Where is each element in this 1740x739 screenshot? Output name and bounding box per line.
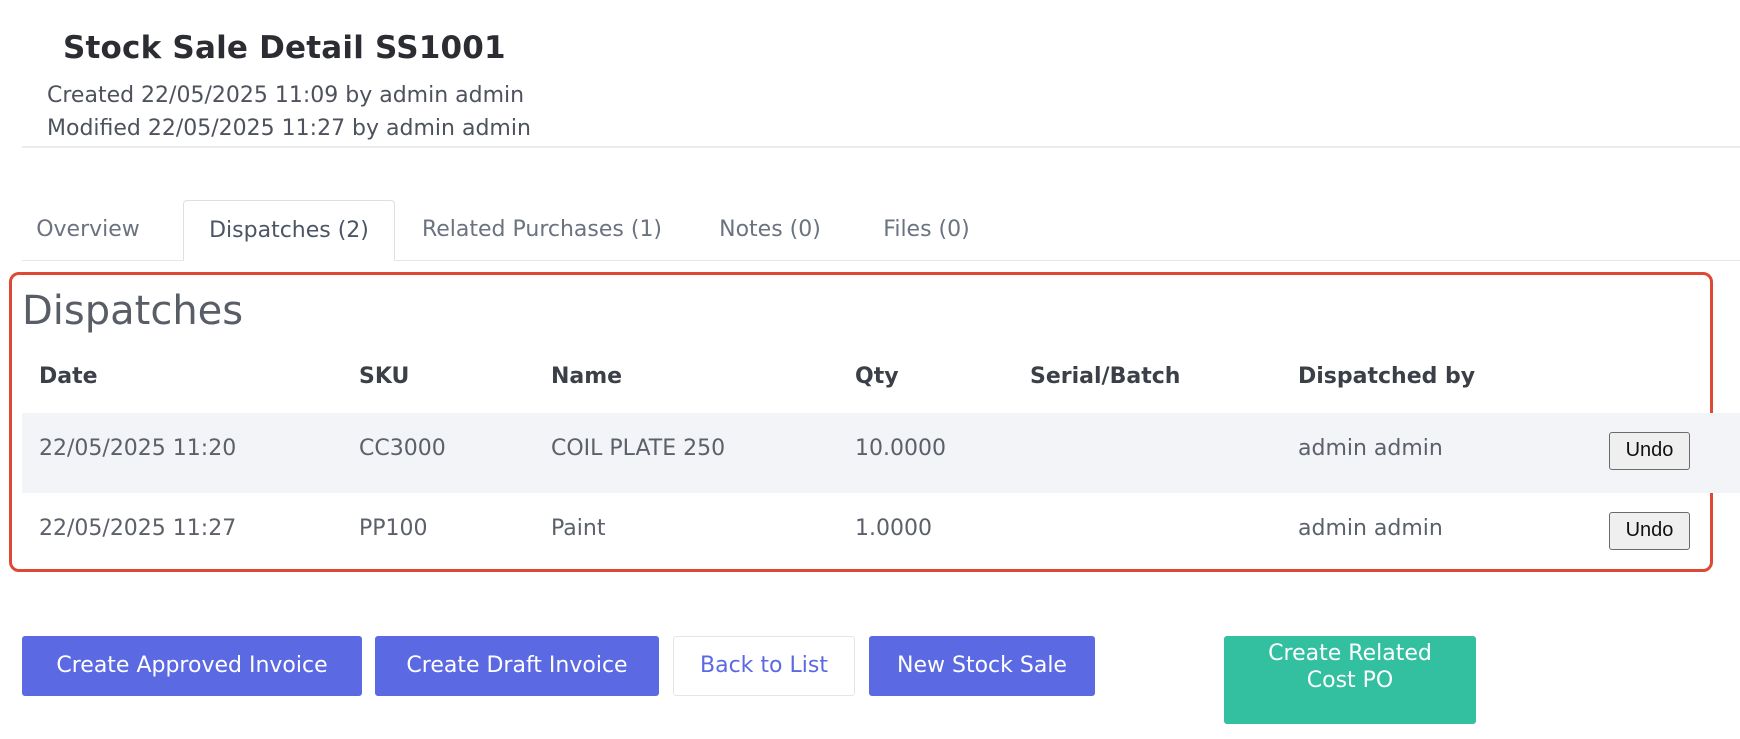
tab-dispatches[interactable]: Dispatches (2) <box>183 200 395 261</box>
create-related-cost-po-label-line2: Cost PO <box>1306 668 1394 693</box>
column-header-dispatched-by: Dispatched by <box>1298 364 1476 389</box>
cell-sku: CC3000 <box>359 436 446 461</box>
cell-date: 22/05/2025 11:27 <box>39 516 237 541</box>
created-info: Created 22/05/2025 11:09 by admin admin <box>47 83 525 108</box>
tab-overview[interactable]: Overview <box>22 200 154 259</box>
tab-files[interactable]: Files (0) <box>869 200 984 259</box>
dispatches-heading: Dispatches <box>22 288 244 334</box>
create-draft-invoice-button[interactable]: Create Draft Invoice <box>375 636 659 696</box>
cell-qty: 1.0000 <box>855 516 932 541</box>
column-header-serial-batch: Serial/Batch <box>1030 364 1181 389</box>
create-related-cost-po-button[interactable]: Create Related Cost PO <box>1224 636 1476 724</box>
table-row: 22/05/2025 11:27 PP100 Paint 1.0000 admi… <box>22 493 1740 573</box>
create-related-cost-po-label-line1: Create Related <box>1268 641 1432 666</box>
cell-sku: PP100 <box>359 516 428 541</box>
column-header-name: Name <box>551 364 623 389</box>
table-row: 22/05/2025 11:20 CC3000 COIL PLATE 250 1… <box>22 413 1740 493</box>
new-stock-sale-button[interactable]: New Stock Sale <box>869 636 1095 696</box>
column-header-date: Date <box>39 364 98 389</box>
tab-bar: Overview Dispatches (2) Related Purchase… <box>22 200 1740 261</box>
create-approved-invoice-button[interactable]: Create Approved Invoice <box>22 636 362 696</box>
undo-button[interactable]: Undo <box>1609 512 1690 550</box>
cell-qty: 10.0000 <box>855 436 946 461</box>
cell-name: Paint <box>551 516 606 541</box>
column-header-qty: Qty <box>855 364 899 389</box>
page-title: Stock Sale Detail SS1001 <box>63 30 506 66</box>
cell-name: COIL PLATE 250 <box>551 436 726 461</box>
undo-button[interactable]: Undo <box>1609 432 1690 470</box>
tab-notes[interactable]: Notes (0) <box>706 200 834 259</box>
tab-related-purchases[interactable]: Related Purchases (1) <box>417 200 667 259</box>
cell-date: 22/05/2025 11:20 <box>39 436 237 461</box>
page-header: Stock Sale Detail SS1001 Created 22/05/2… <box>0 0 1740 149</box>
cell-dispatched-by: admin admin <box>1298 516 1443 541</box>
back-to-list-button[interactable]: Back to List <box>673 636 855 696</box>
cell-dispatched-by: admin admin <box>1298 436 1443 461</box>
column-header-sku: SKU <box>359 364 410 389</box>
header-divider <box>22 146 1740 148</box>
modified-info: Modified 22/05/2025 11:27 by admin admin <box>47 116 531 141</box>
